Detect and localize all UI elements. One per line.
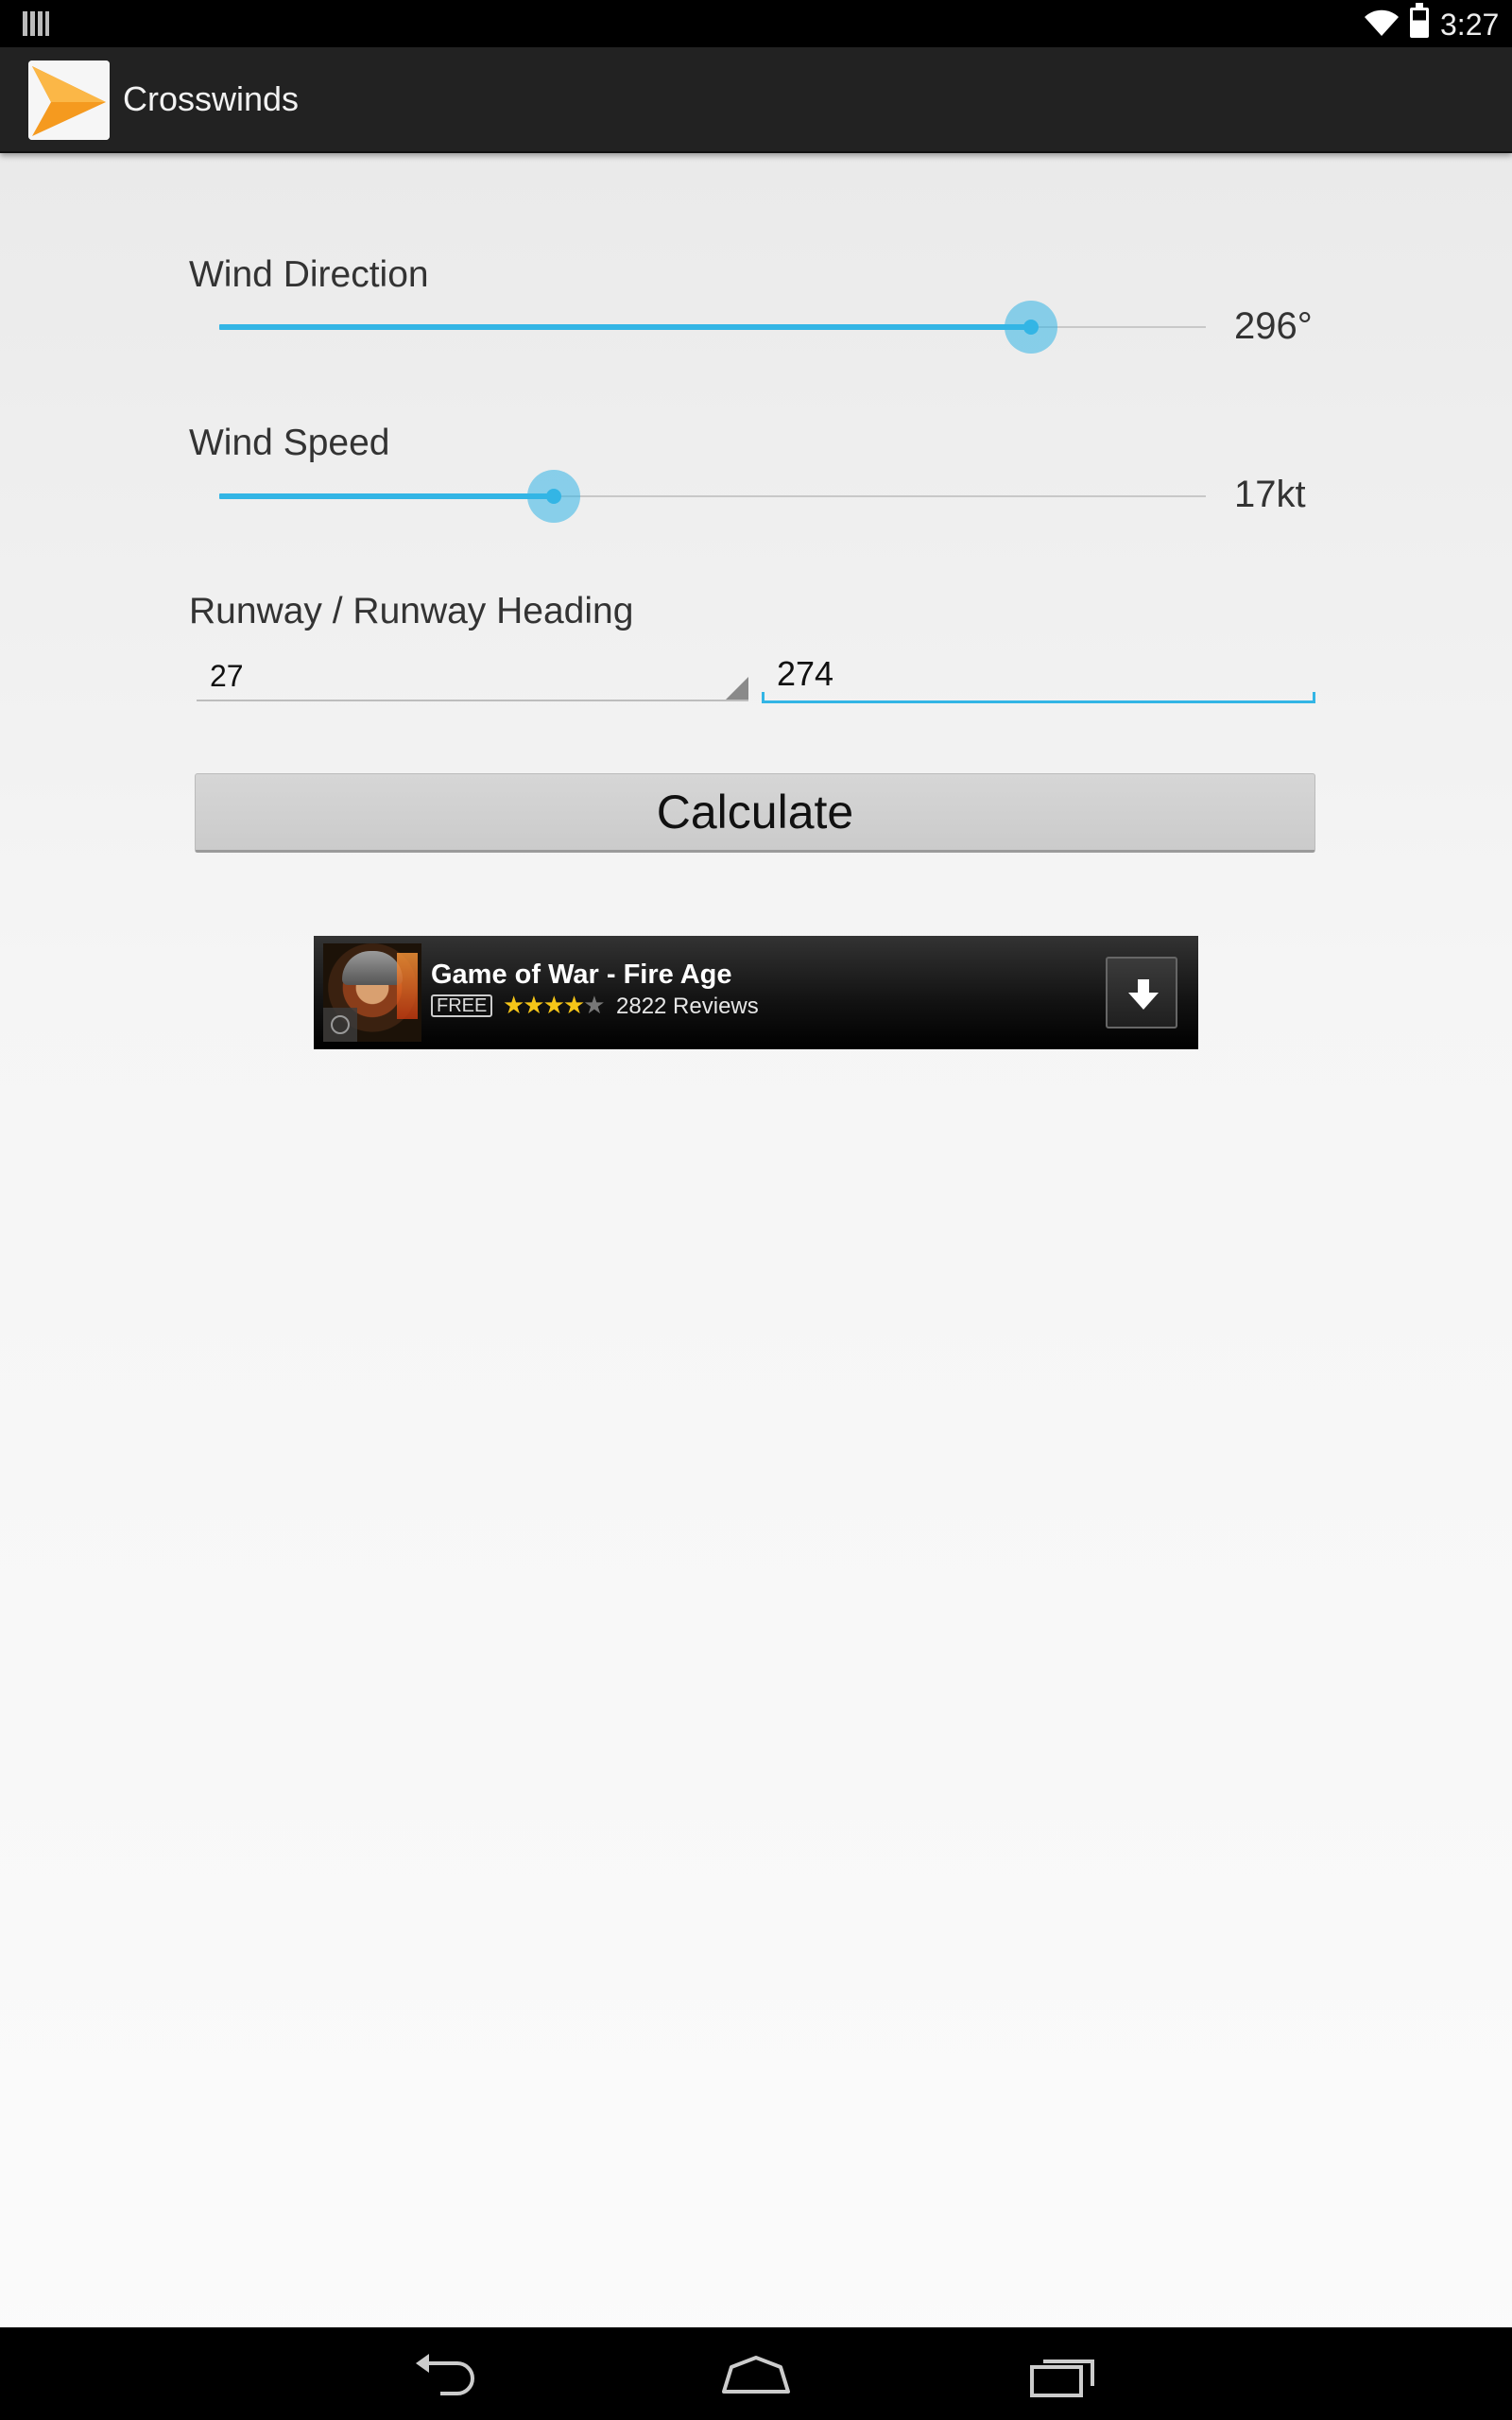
- ad-stars-filled: ★★★★: [503, 991, 585, 1019]
- calculate-button[interactable]: Calculate: [195, 773, 1315, 853]
- navigation-bar: [0, 2327, 1512, 2420]
- home-icon: [722, 2356, 790, 2394]
- ad-star-rating: ★★★★★: [503, 991, 606, 1019]
- ad-reviews: 2822 Reviews: [616, 994, 759, 1019]
- runway-selected-value: 27: [210, 659, 244, 693]
- ad-banner[interactable]: Game of War - Fire Age FREE ★★★★★ 2822 R…: [314, 936, 1198, 1049]
- input-underline: [762, 692, 1315, 703]
- runway-label: Runway / Runway Heading: [189, 591, 634, 631]
- runway-spinner[interactable]: 27: [197, 648, 748, 701]
- status-bar: 3:27: [0, 0, 1512, 47]
- ad-stars-empty: ★: [583, 991, 605, 1019]
- ad-game-image: [323, 943, 421, 1042]
- recent-apps-icon: [1030, 2360, 1094, 2397]
- app-logo-icon[interactable]: [28, 60, 110, 140]
- app-title: Crosswinds: [123, 79, 300, 118]
- download-icon: [1128, 979, 1159, 1010]
- ad-free-badge: FREE: [431, 994, 493, 1017]
- slider-thumb[interactable]: [527, 470, 580, 523]
- wifi-icon: [1365, 9, 1399, 36]
- back-icon: [416, 2354, 474, 2395]
- ad-title: Game of War - Fire Age: [431, 959, 732, 990]
- slider-progress: [219, 324, 1031, 330]
- recent-apps-button[interactable]: [1026, 2346, 1102, 2403]
- ad-info-icon[interactable]: [323, 1008, 357, 1042]
- wind-speed-label: Wind Speed: [189, 423, 390, 463]
- wind-direction-value: 296°: [1234, 305, 1313, 347]
- action-bar: Crosswinds: [0, 47, 1512, 153]
- battery-icon: [1410, 3, 1429, 38]
- slider-progress: [219, 493, 554, 499]
- home-button[interactable]: [718, 2346, 794, 2403]
- slider-thumb[interactable]: [1005, 301, 1057, 354]
- wind-speed-value: 17kt: [1234, 474, 1306, 515]
- spinner-arrow-icon: [726, 677, 748, 700]
- wind-direction-slider[interactable]: [219, 299, 1206, 355]
- status-clock: 3:27: [1440, 8, 1500, 42]
- wind-speed-slider[interactable]: [219, 468, 1206, 525]
- notification-icon: [23, 11, 49, 36]
- back-button[interactable]: [412, 2346, 488, 2403]
- ad-download-button[interactable]: [1106, 957, 1177, 1028]
- wind-direction-label: Wind Direction: [189, 254, 429, 295]
